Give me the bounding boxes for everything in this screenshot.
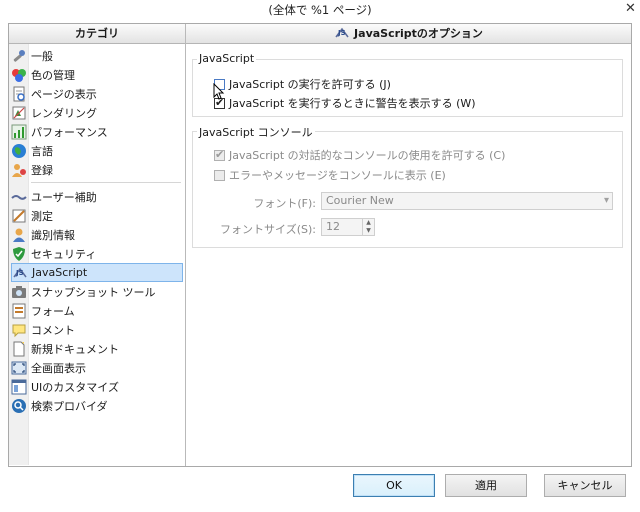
- window-title: (全体で %1 ページ): [268, 3, 372, 17]
- measure-ruler-icon: [11, 208, 27, 224]
- identity-person-icon: [11, 227, 27, 243]
- spin-up-icon[interactable]: ▲: [363, 219, 374, 227]
- new-document-icon: [11, 341, 27, 357]
- category-item-color[interactable]: 色の管理: [11, 65, 183, 84]
- search-provider-icon: [11, 398, 27, 414]
- gear-wrench-icon: [11, 48, 27, 64]
- category-item-ui-customize[interactable]: UIのカスタマイズ: [11, 377, 183, 396]
- category-separator: [31, 182, 181, 183]
- category-item-security[interactable]: セキュリティ: [11, 244, 183, 263]
- security-shield-icon: [11, 246, 27, 262]
- spin-down-icon[interactable]: ▼: [363, 227, 374, 235]
- font-select[interactable]: Courier New ▾: [321, 192, 613, 210]
- category-item-general[interactable]: 一般: [11, 46, 183, 65]
- warn-on-run-label: JavaScript を実行するときに警告を表示する (W): [229, 97, 476, 110]
- category-header: カテゴリ: [9, 24, 185, 44]
- checkbox-box[interactable]: [214, 169, 225, 181]
- performance-chart-icon: [11, 124, 27, 140]
- category-tree: 一般 色の管理 ページの表示 レンダリング パフォーマンス 言語 登録 ユーザー…: [9, 44, 185, 465]
- category-label: 新規ドキュメント: [31, 342, 119, 356]
- category-label: ページの表示: [31, 87, 97, 101]
- allow-console-checkbox[interactable]: ✔ JavaScript の対話的なコンソールの使用を許可する (C): [214, 147, 505, 163]
- javascript-icon: JS: [12, 265, 28, 281]
- category-label: パフォーマンス: [31, 125, 108, 139]
- ui-customize-icon: [11, 379, 27, 395]
- accessibility-icon: [11, 189, 27, 205]
- options-title: JavaScriptのオプション: [354, 27, 483, 40]
- options-pane: JS JavaScriptのオプション JavaScript JavaScript…: [186, 24, 631, 466]
- mouse-cursor-icon: [213, 83, 225, 100]
- ok-button[interactable]: OK: [353, 474, 435, 497]
- allow-console-label: JavaScript の対話的なコンソールの使用を許可する (C): [229, 149, 506, 162]
- svg-text:JS: JS: [337, 29, 346, 37]
- category-label: セキュリティ: [31, 247, 97, 261]
- comment-bubble-icon: [11, 322, 27, 338]
- globe-icon: [11, 143, 27, 159]
- title-bar: (全体で %1 ページ) ✕: [0, 0, 640, 19]
- show-errors-label: エラーやメッセージをコンソールに表示 (E): [229, 169, 446, 182]
- svg-text:JS: JS: [15, 269, 24, 277]
- font-value: Courier New: [326, 194, 394, 207]
- category-label: 識別情報: [31, 228, 75, 242]
- font-label: フォント(F):: [253, 197, 316, 210]
- category-item-rendering[interactable]: レンダリング: [11, 103, 183, 122]
- category-label: ユーザー補助: [31, 190, 97, 204]
- checkbox-box[interactable]: ✔: [214, 147, 225, 161]
- color-palette-icon: [11, 67, 27, 83]
- category-item-new-document[interactable]: 新規ドキュメント: [11, 339, 183, 358]
- category-item-forms[interactable]: フォーム: [11, 301, 183, 320]
- show-errors-checkbox[interactable]: エラーやメッセージをコンソールに表示 (E): [214, 167, 446, 183]
- spinner-buttons[interactable]: ▲ ▼: [362, 219, 374, 235]
- category-label: レンダリング: [31, 106, 97, 120]
- javascript-group-label: JavaScript: [197, 52, 257, 65]
- category-label: UIのカスタマイズ: [31, 380, 119, 394]
- page-view-icon: [11, 86, 27, 102]
- category-item-performance[interactable]: パフォーマンス: [11, 122, 183, 141]
- category-label: フォーム: [31, 304, 75, 318]
- fontsize-value: 12: [326, 220, 340, 233]
- checkmark-icon: ✔: [215, 147, 225, 161]
- category-item-registration[interactable]: 登録: [11, 160, 183, 179]
- category-label: 色の管理: [31, 68, 75, 82]
- close-icon[interactable]: ✕: [621, 0, 640, 19]
- category-item-accessibility[interactable]: ユーザー補助: [11, 187, 183, 206]
- category-label: 一般: [31, 49, 53, 63]
- options-dialog: カテゴリ 一般 色の管理 ページの表示 レンダリング パフォーマンス 言語 登録…: [8, 23, 632, 467]
- chevron-down-icon: ▾: [603, 195, 609, 206]
- options-header: JS JavaScriptのオプション: [186, 24, 631, 44]
- category-item-snapshot[interactable]: スナップショット ツール: [11, 282, 183, 301]
- fullscreen-icon: [11, 360, 27, 376]
- category-item-search-provider[interactable]: 検索プロバイダ: [11, 396, 183, 415]
- javascript-icon: JS: [334, 25, 350, 41]
- snapshot-camera-icon: [11, 284, 27, 300]
- category-label: JavaScript: [32, 266, 88, 279]
- user-registration-icon: [11, 162, 27, 178]
- warn-on-run-checkbox[interactable]: ✔ JavaScript を実行するときに警告を表示する (W): [214, 95, 476, 111]
- fontsize-spinner[interactable]: 12 ▲ ▼: [321, 218, 375, 236]
- allow-javascript-label: JavaScript の実行を許可する (J): [229, 78, 391, 91]
- category-label: 登録: [31, 163, 53, 177]
- category-item-identity[interactable]: 識別情報: [11, 225, 183, 244]
- cancel-button[interactable]: キャンセル: [544, 474, 626, 497]
- category-item-javascript[interactable]: JS JavaScript: [11, 263, 183, 282]
- category-pane: カテゴリ 一般 色の管理 ページの表示 レンダリング パフォーマンス 言語 登録…: [9, 24, 186, 466]
- console-group-label: JavaScript コンソール: [197, 124, 315, 140]
- form-icon: [11, 303, 27, 319]
- category-item-measure[interactable]: 測定: [11, 206, 183, 225]
- category-item-fullscreen[interactable]: 全画面表示: [11, 358, 183, 377]
- category-item-language[interactable]: 言語: [11, 141, 183, 160]
- category-label: 全画面表示: [31, 361, 86, 375]
- category-label: スナップショット ツール: [31, 285, 156, 299]
- category-item-page-view[interactable]: ページの表示: [11, 84, 183, 103]
- category-label: 検索プロバイダ: [31, 399, 108, 413]
- category-item-comments[interactable]: コメント: [11, 320, 183, 339]
- category-label: コメント: [31, 323, 75, 337]
- apply-button[interactable]: 適用: [445, 474, 527, 497]
- category-label: 測定: [31, 209, 53, 223]
- fontsize-label: フォントサイズ(S):: [220, 223, 316, 236]
- allow-javascript-checkbox[interactable]: JavaScript の実行を許可する (J): [214, 76, 391, 92]
- category-label: 言語: [31, 144, 53, 158]
- rendering-icon: [11, 105, 27, 121]
